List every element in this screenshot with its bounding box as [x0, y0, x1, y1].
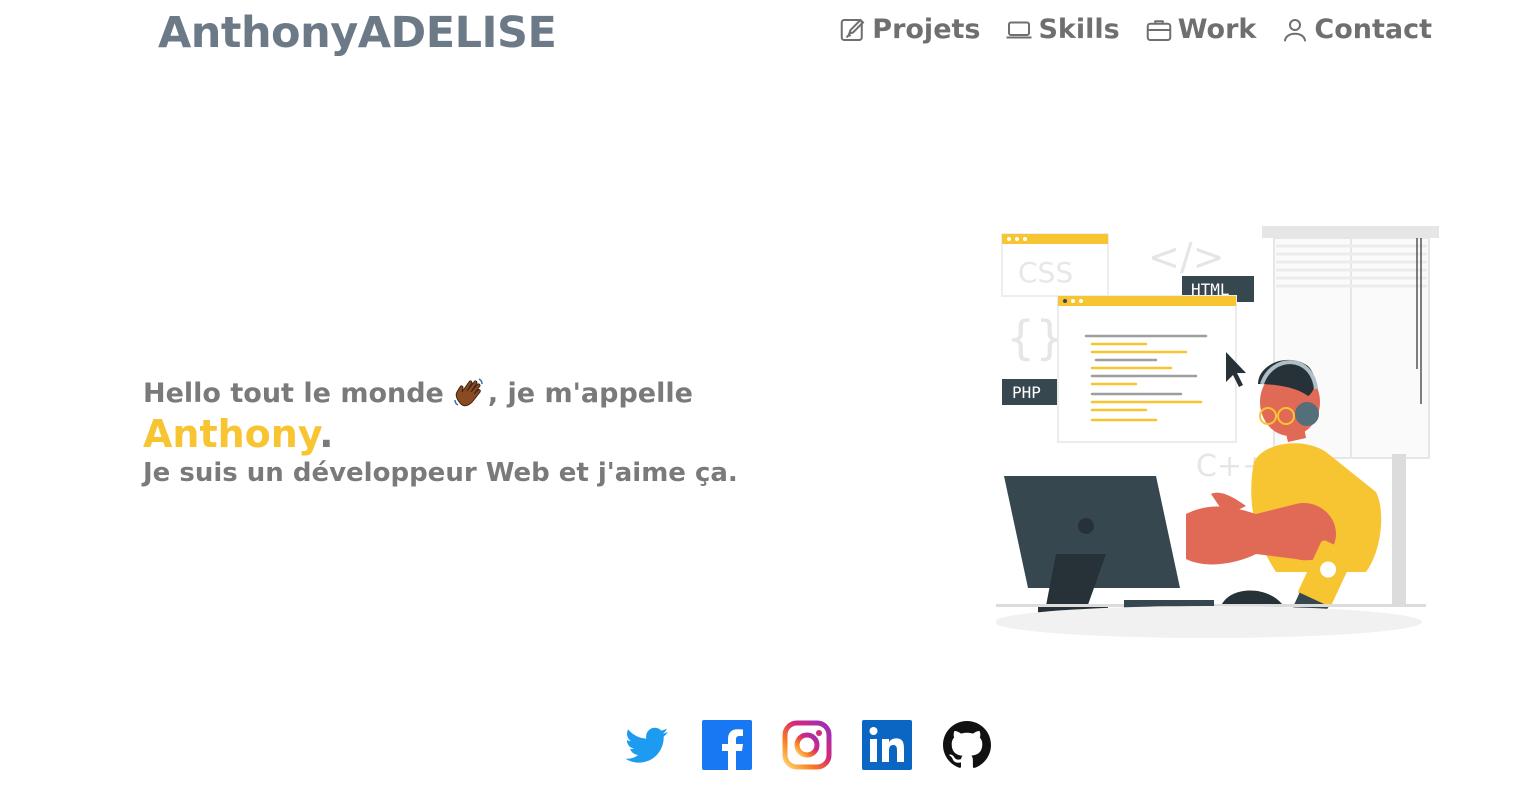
site-logo[interactable]: AnthonyADELISE [158, 8, 557, 58]
nav-projets-label: Projets [872, 14, 981, 45]
waving-hand-icon [454, 378, 483, 407]
css-label: CSS [1018, 256, 1073, 289]
nav-work[interactable]: Work [1144, 14, 1257, 45]
linkedin-icon [862, 720, 912, 770]
hero-intro: Hello tout le monde , je m'appelle Antho… [143, 376, 738, 489]
twitter-link[interactable] [622, 720, 672, 770]
nav-work-label: Work [1177, 14, 1257, 45]
facebook-link[interactable] [702, 720, 752, 770]
nav-contact-label: Contact [1314, 14, 1432, 45]
instagram-link[interactable] [782, 720, 832, 770]
facebook-icon [702, 720, 752, 770]
person-icon [1284, 18, 1307, 41]
pencil-square-icon [841, 18, 865, 41]
github-icon [943, 721, 991, 768]
main-nav: Projets Skills Work Contact [838, 14, 1432, 45]
braces-label: {} [1006, 311, 1065, 365]
twitter-icon [625, 727, 668, 763]
greeting-text-end: , je m'appelle [487, 377, 693, 409]
hero-greeting: Hello tout le monde , je m'appelle [143, 376, 738, 410]
nav-skills-label: Skills [1038, 14, 1120, 45]
greeting-text: Hello tout le monde [143, 377, 444, 409]
social-links [622, 720, 992, 770]
linkedin-link[interactable] [862, 720, 912, 770]
hero-name-line: Anthony. [143, 412, 738, 456]
nav-projets[interactable]: Projets [838, 14, 980, 45]
hero-name-suffix: . [319, 412, 334, 456]
nav-skills[interactable]: Skills [1004, 14, 1120, 45]
github-link[interactable] [942, 720, 992, 770]
hero-tagline: Je suis un développeur Web et j'aime ça. [143, 458, 738, 488]
laptop-icon [1006, 21, 1032, 38]
instagram-icon [782, 720, 832, 770]
code-tag-label: </> [1148, 235, 1224, 279]
php-label: PHP [1012, 383, 1041, 402]
briefcase-icon [1146, 19, 1171, 41]
developer-illustration: CSS </> HTML {} PHP C++ [996, 226, 1439, 638]
nav-contact[interactable]: Contact [1280, 14, 1432, 45]
hero-name: Anthony [143, 412, 320, 456]
